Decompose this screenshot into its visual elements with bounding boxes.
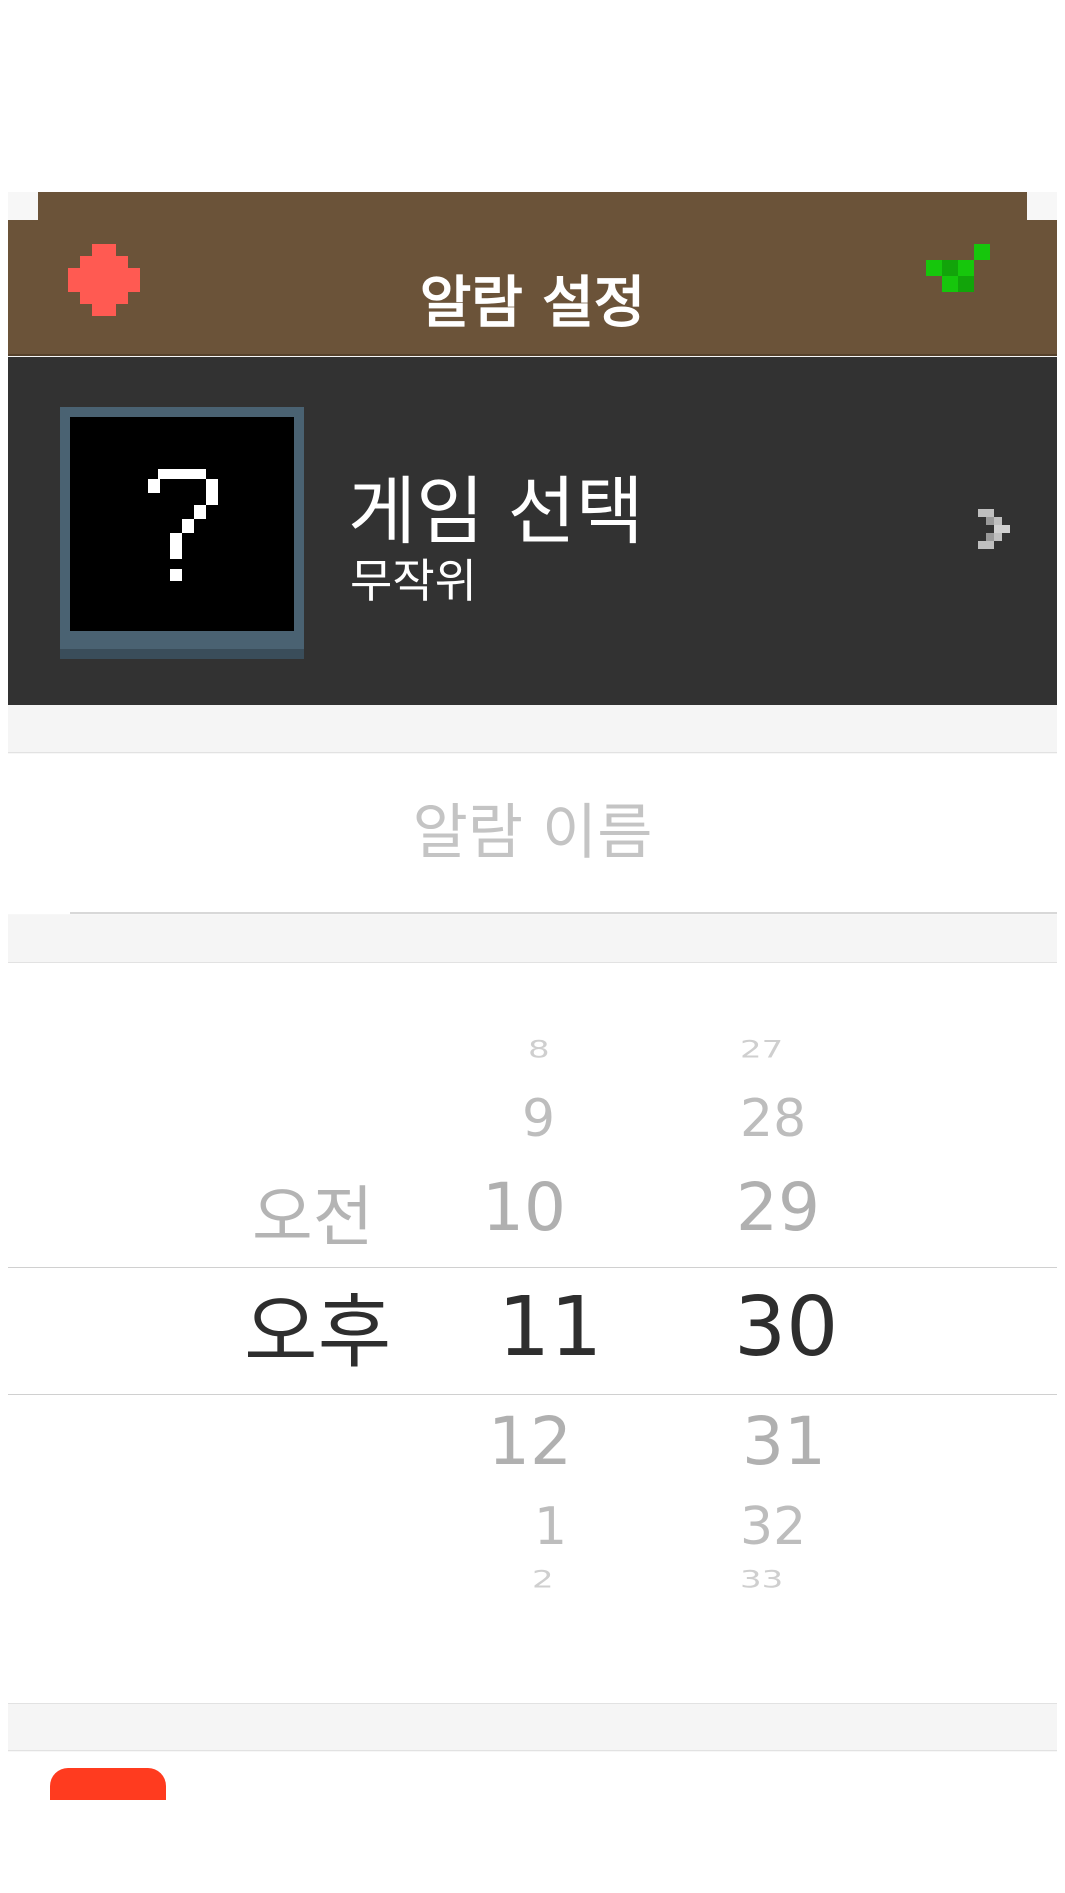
game-select-row[interactable]: ? 게임 선택 무작위 xyxy=(8,357,1057,705)
setting-icon xyxy=(50,1768,166,1800)
next-setting-row[interactable] xyxy=(8,1752,1057,1800)
hour-option[interactable]: 12 xyxy=(488,1409,572,1475)
header-tab xyxy=(38,192,1027,222)
confirm-button[interactable] xyxy=(926,244,1006,308)
minute-option[interactable]: 27 xyxy=(740,1038,783,1062)
hour-option[interactable]: 1 xyxy=(534,1501,567,1553)
alarm-name-row xyxy=(8,754,1057,914)
question-mark-icon xyxy=(148,469,218,581)
hour-selected[interactable]: 11 xyxy=(498,1287,602,1369)
minute-selected[interactable]: 30 xyxy=(734,1287,838,1369)
chevron-right-icon xyxy=(978,509,1010,549)
header-bar: 알람 설정 xyxy=(8,220,1057,356)
game-thumbnail-inner: ? xyxy=(70,417,294,631)
section-separator xyxy=(8,915,1057,963)
check-icon xyxy=(926,244,990,292)
screen-bottom-margin xyxy=(0,1801,1065,1893)
ampm-selected[interactable]: 오후 xyxy=(244,1293,391,1373)
minute-option[interactable]: 31 xyxy=(742,1409,826,1475)
hour-option[interactable]: 9 xyxy=(522,1093,555,1145)
game-thumbnail: ? xyxy=(60,407,304,659)
minute-option[interactable]: 32 xyxy=(740,1501,806,1553)
game-select-subtitle: 무작위 xyxy=(350,554,477,608)
alarm-name-input[interactable] xyxy=(70,754,1057,914)
minute-option[interactable]: 33 xyxy=(740,1568,783,1592)
thumbnail-shadow xyxy=(60,649,304,659)
section-separator xyxy=(8,705,1057,753)
ampm-option[interactable]: 오전 xyxy=(252,1185,373,1251)
section-separator xyxy=(8,1703,1057,1751)
hour-option[interactable]: 8 xyxy=(528,1038,550,1062)
game-select-title: 게임 선택 xyxy=(348,469,644,555)
minute-option[interactable]: 28 xyxy=(740,1093,806,1145)
hour-option[interactable]: 2 xyxy=(532,1568,554,1592)
time-picker[interactable]: 오전 오후 8 9 10 11 12 1 2 27 28 29 30 31 32… xyxy=(8,963,1057,1703)
minute-option[interactable]: 29 xyxy=(736,1175,820,1241)
page-title: 알람 설정 xyxy=(419,271,646,336)
hour-option[interactable]: 10 xyxy=(482,1175,566,1241)
